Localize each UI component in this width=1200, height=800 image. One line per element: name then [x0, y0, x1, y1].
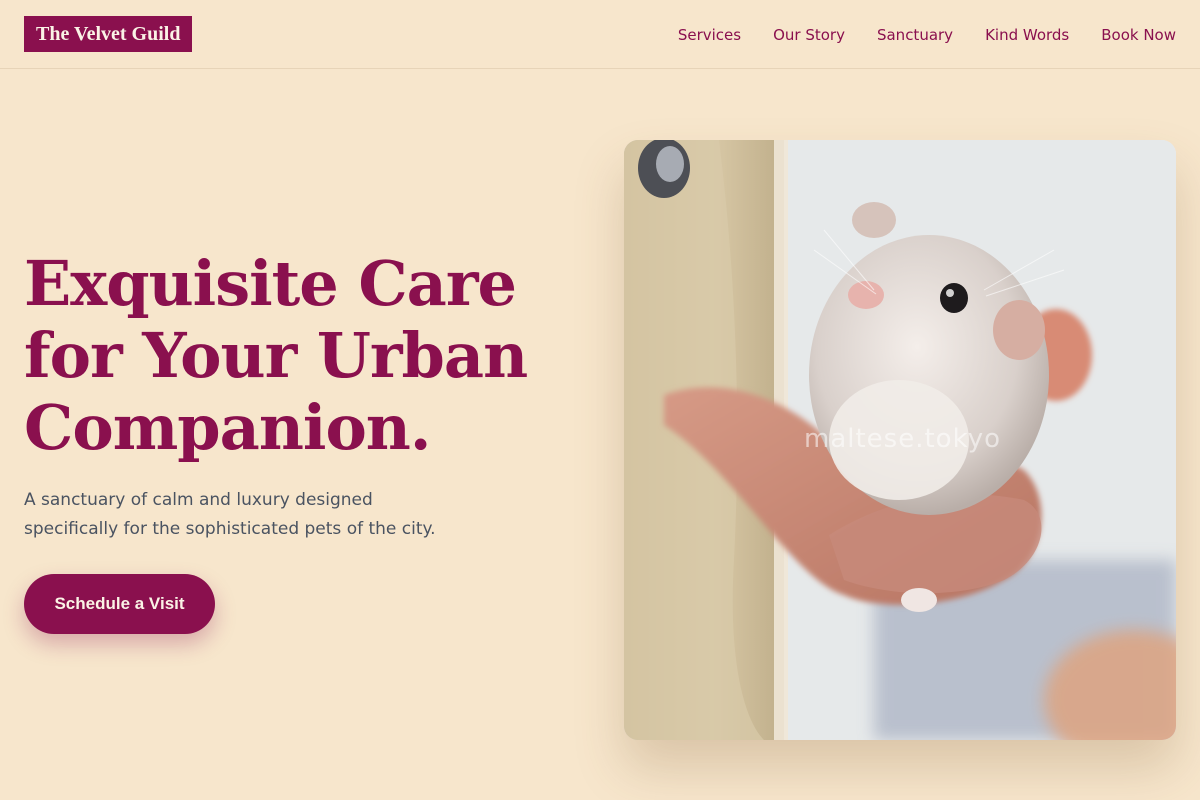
hero-title-line: Companion.	[24, 391, 431, 464]
site-header: The Velvet Guild Services Our Story Sanc…	[0, 0, 1200, 69]
landing-page: The Velvet Guild Services Our Story Sanc…	[0, 0, 1200, 800]
nav-link-our-story[interactable]: Our Story	[773, 26, 845, 44]
hero-title-line: Exquisite Care	[24, 247, 517, 320]
nav-link-kind-words[interactable]: Kind Words	[985, 26, 1069, 44]
hero-title-line: for Your Urban	[24, 319, 528, 392]
hero-subtitle: A sanctuary of calm and luxury designed …	[24, 490, 436, 539]
image-watermark: maltese.tokyo	[804, 424, 1002, 454]
main-nav: Services Our Story Sanctuary Kind Words …	[678, 0, 1176, 69]
nav-link-book-now[interactable]: Book Now	[1101, 26, 1176, 44]
schedule-visit-button[interactable]: Schedule a Visit	[24, 574, 215, 634]
brand-logo[interactable]: The Velvet Guild	[24, 16, 193, 52]
nav-link-services[interactable]: Services	[678, 26, 741, 44]
hero-image: maltese.tokyo	[624, 140, 1176, 740]
hero-title: Exquisite Care for Your Urban Companion.	[24, 248, 564, 464]
nav-link-sanctuary[interactable]: Sanctuary	[877, 26, 953, 44]
